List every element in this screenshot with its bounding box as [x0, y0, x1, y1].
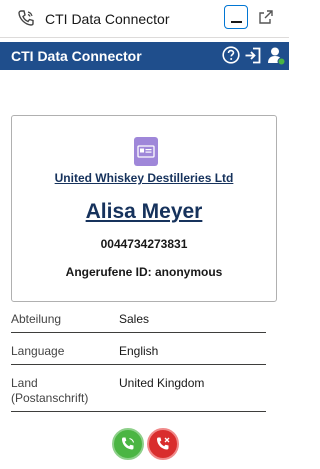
agent-status-icon[interactable] [266, 46, 286, 66]
detail-label: Land (Postanschrift) [11, 376, 89, 405]
panel-header: CTI Data Connector [0, 42, 289, 70]
reject-call-button[interactable] [147, 428, 179, 460]
accept-call-button[interactable] [112, 428, 144, 460]
caller-card: United Whiskey Destilleries Ltd Alisa Me… [11, 115, 277, 302]
caller-id: Angerufene ID: anonymous [65, 265, 223, 279]
utility-bar-header: CTI Data Connector [0, 0, 289, 38]
caller-phone-number: 0044734273831 [100, 237, 188, 251]
minimize-button[interactable] [224, 5, 248, 29]
detail-value: English [119, 344, 159, 358]
minimize-icon [231, 21, 242, 23]
detail-row-country: Land (Postanschrift) United Kingdom [11, 376, 266, 412]
detail-row-department: Abteilung Sales [11, 312, 266, 333]
detail-value: Sales [119, 312, 150, 326]
detail-row-language: Language English [11, 344, 266, 365]
detail-label: Abteilung [11, 312, 62, 326]
detail-label: Language [11, 344, 65, 358]
utility-bar-title: CTI Data Connector [45, 11, 170, 27]
phone-hangup-icon [156, 437, 170, 450]
contact-card-icon [134, 137, 158, 166]
contact-name-link[interactable]: Alisa Meyer [12, 200, 276, 224]
login-icon[interactable] [244, 47, 261, 64]
phone-accept-icon [121, 437, 135, 450]
panel-title: CTI Data Connector [11, 48, 142, 64]
company-link[interactable]: United Whiskey Destilleries Ltd [12, 171, 276, 185]
popout-icon[interactable] [258, 9, 274, 25]
help-icon[interactable] [222, 46, 240, 64]
detail-value: United Kingdom [119, 376, 205, 390]
phone-icon [17, 9, 35, 27]
